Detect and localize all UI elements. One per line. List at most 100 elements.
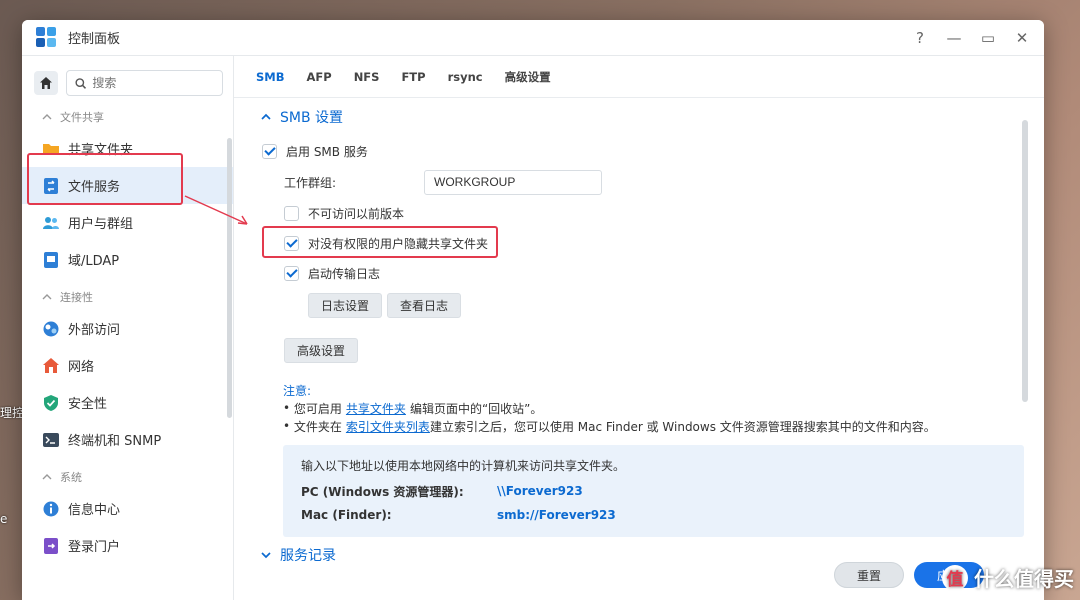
workgroup-label: 工作群组:: [284, 175, 337, 190]
workgroup-row: 工作群组:: [250, 166, 1022, 198]
note-title: 注意:: [283, 384, 312, 398]
network-home-icon: [43, 357, 59, 373]
users-icon: [43, 216, 59, 229]
sidebar-item-label: 信息中心: [68, 503, 121, 518]
sidebar-scrollbar[interactable]: [227, 138, 232, 418]
chevron-down-icon: [261, 552, 271, 559]
bullet: •: [283, 419, 294, 433]
external-access-icon: [43, 321, 59, 336]
workgroup-input[interactable]: [424, 169, 602, 195]
enable-smb-checkbox[interactable]: [262, 143, 277, 159]
maximize-button[interactable]: ▭: [980, 29, 996, 47]
tab-ftp[interactable]: FTP: [401, 70, 425, 84]
background-edge-text: e: [0, 512, 8, 526]
pc-address-row: PC (Windows 资源管理器): \\Forever923: [301, 479, 1006, 503]
index-folder-list-link[interactable]: 索引文件夹列表: [346, 418, 430, 435]
background-edge-text: 理控: [0, 406, 25, 420]
enable-smb-label: 启用 SMB 服务: [286, 144, 368, 159]
control-panel-window: 控制面板 ? — ▭ ✕ 文件共享 共享文件夹 文件服务: [22, 20, 1044, 600]
smb-section-title: SMB 设置: [280, 110, 344, 126]
content-scrollbar[interactable]: [1022, 120, 1028, 402]
sidebar-item-terminal-snmp[interactable]: 终端机和 SNMP: [22, 421, 233, 458]
prev-versions-checkbox[interactable]: [284, 205, 299, 221]
smb-settings-content: SMB 设置 启用 SMB 服务 工作群组: 不可访问以前版本 对没有权限的用户…: [250, 98, 1024, 600]
help-button[interactable]: ?: [912, 29, 928, 47]
sidebar-item-label: 安全性: [68, 397, 108, 412]
access-address-box: 输入以下地址以使用本地网络中的计算机来访问共享文件夹。 PC (Windows …: [283, 445, 1024, 537]
access-intro: 输入以下地址以使用本地网络中的计算机来访问共享文件夹。: [301, 459, 626, 473]
highlight-hide-shares: [262, 226, 498, 258]
bullet: •: [283, 401, 294, 415]
mac-address-label: Mac (Finder):: [301, 508, 392, 522]
log-buttons-row: 日志设置 查看日志: [250, 288, 1022, 322]
close-button[interactable]: ✕: [1014, 29, 1030, 47]
minimize-button[interactable]: —: [946, 29, 962, 47]
view-log-button[interactable]: 查看日志: [387, 292, 462, 318]
log-settings-button[interactable]: 日志设置: [308, 292, 383, 318]
note-text: 建立索引之后，您可以使用 Mac Finder 或 Windows 文件资源管理…: [429, 419, 936, 434]
chevron-up-icon: [42, 294, 52, 300]
watermark-text: 什么值得买: [974, 567, 1074, 591]
advanced-settings-button[interactable]: 高级设置: [284, 337, 359, 363]
tab-afp[interactable]: AFP: [307, 70, 332, 84]
group-file-sharing[interactable]: 文件共享: [22, 104, 233, 130]
transfer-log-label: 启动传输日志: [308, 266, 381, 281]
sidebar-item-label: 外部访问: [68, 323, 121, 338]
group-connectivity[interactable]: 连接性: [22, 284, 233, 310]
pc-address-label: PC (Windows 资源管理器):: [301, 484, 464, 499]
site-watermark: 值 什么值得买: [942, 563, 1074, 592]
window-title: 控制面板: [68, 32, 121, 47]
title-bar: 控制面板 ? — ▭ ✕: [22, 20, 1044, 56]
control-panel-app-icon: [36, 26, 58, 49]
advanced-row: 高级设置: [250, 334, 1022, 366]
home-button[interactable]: [34, 71, 58, 95]
transfer-log-checkbox[interactable]: [284, 265, 299, 281]
watermark-logo: 值: [942, 564, 968, 591]
mac-address-value: smb://Forever923: [497, 508, 616, 522]
sidebar-item-login-portal[interactable]: 登录门户: [22, 527, 233, 564]
group-title-label: 系统: [60, 471, 82, 484]
tab-bar: SMB AFP NFS FTP rsync 高级设置: [234, 56, 1044, 98]
tab-rsync[interactable]: rsync: [448, 70, 483, 84]
sidebar-item-label: 终端机和 SNMP: [68, 434, 162, 449]
home-icon: [40, 77, 52, 89]
enable-smb-row: 启用 SMB 服务: [250, 136, 1022, 166]
search-icon: [75, 77, 87, 89]
prev-versions-row: 不可访问以前版本: [250, 198, 1022, 228]
search-input[interactable]: [92, 76, 214, 90]
shared-folder-link[interactable]: 共享文件夹: [346, 400, 406, 417]
main-panel: SMB AFP NFS FTP rsync 高级设置 SMB 设置 启用 SMB…: [234, 56, 1044, 600]
service-log-section-title: 服务记录: [280, 548, 336, 564]
terminal-icon: [43, 432, 59, 447]
sidebar-item-security[interactable]: 安全性: [22, 384, 233, 421]
prev-versions-label: 不可访问以前版本: [308, 206, 405, 221]
sidebar: 文件共享 共享文件夹 文件服务 用户与群组 域/LDAP 连接性 外部访问: [22, 56, 234, 600]
sidebar-item-domain-ldap[interactable]: 域/LDAP: [22, 241, 233, 278]
smb-section-header[interactable]: SMB 设置: [250, 98, 1022, 136]
chevron-up-icon: [42, 474, 52, 480]
highlight-file-services: [27, 153, 183, 205]
sidebar-item-label: 登录门户: [68, 540, 121, 555]
tab-nfs[interactable]: NFS: [354, 70, 380, 84]
shield-icon: [44, 394, 58, 411]
sidebar-item-external-access[interactable]: 外部访问: [22, 310, 233, 347]
annotation-arrow: [184, 195, 248, 225]
sidebar-item-network[interactable]: 网络: [22, 347, 233, 384]
group-system[interactable]: 系统: [22, 464, 233, 490]
sidebar-item-label: 用户与群组: [68, 217, 134, 232]
ldap-icon: [44, 251, 58, 268]
tab-advanced[interactable]: 高级设置: [505, 69, 551, 85]
login-portal-icon: [44, 537, 58, 554]
sidebar-item-info-center[interactable]: 信息中心: [22, 490, 233, 527]
search-field[interactable]: [66, 70, 223, 96]
chevron-up-icon: [42, 114, 52, 120]
note-text: 编辑页面中的“回收站”。: [409, 401, 543, 416]
note-text: 文件夹在: [293, 419, 342, 434]
tab-smb[interactable]: SMB: [256, 70, 285, 84]
sidebar-item-label: 网络: [68, 360, 95, 375]
transfer-log-row: 启动传输日志: [250, 258, 1022, 288]
sidebar-item-label: 域/LDAP: [68, 254, 120, 269]
group-title-label: 连接性: [60, 291, 93, 304]
reset-button[interactable]: 重置: [834, 562, 904, 588]
info-icon: [43, 501, 59, 516]
